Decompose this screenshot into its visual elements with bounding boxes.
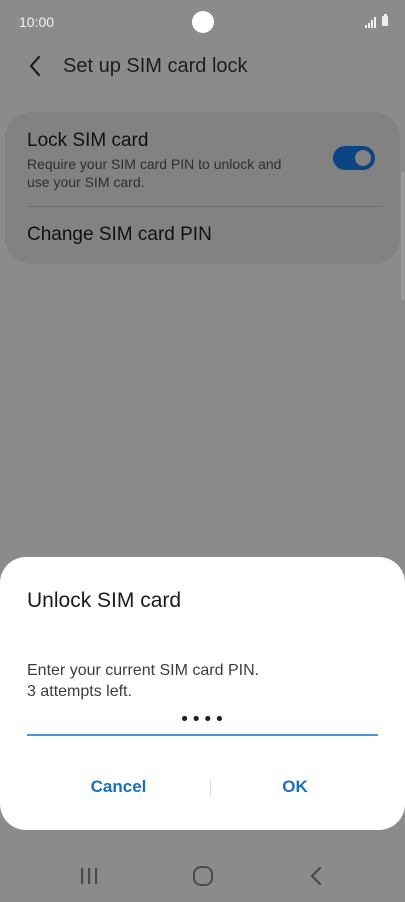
- app-header: Set up SIM card lock: [0, 44, 405, 92]
- cancel-button[interactable]: Cancel: [40, 770, 197, 804]
- button-divider: [210, 779, 211, 797]
- home-icon[interactable]: [188, 862, 218, 890]
- change-sim-pin-label: Change SIM card PIN: [27, 224, 212, 245]
- recent-apps-icon[interactable]: [74, 862, 104, 890]
- status-icons: [358, 14, 388, 29]
- toggle-knob: [353, 148, 373, 168]
- status-bar: 10:00: [0, 0, 405, 44]
- lock-sim-card-title: Lock SIM card: [27, 130, 149, 151]
- signal-icon: [365, 17, 376, 28]
- lock-sim-card-row[interactable]: Lock SIM card Require your SIM card PIN …: [5, 112, 400, 204]
- lock-sim-card-description: Require your SIM card PIN to unlock and …: [27, 156, 282, 190]
- ok-button[interactable]: OK: [214, 770, 376, 804]
- navigation-bar: [0, 850, 405, 902]
- battery-icon: [382, 14, 388, 26]
- scrollbar[interactable]: [401, 172, 405, 300]
- unlock-sim-dialog: Unlock SIM card Enter your current SIM c…: [0, 557, 405, 830]
- change-sim-pin-row[interactable]: Change SIM card PIN: [5, 208, 400, 264]
- attempts-left-text: 3 attempts left.: [27, 683, 132, 700]
- divider: [27, 206, 382, 207]
- lock-sim-card-toggle[interactable]: [333, 146, 375, 170]
- nav-back-icon[interactable]: [302, 862, 332, 890]
- dialog-title: Unlock SIM card: [27, 589, 182, 612]
- front-camera-cutout: [192, 11, 214, 33]
- settings-card: Lock SIM card Require your SIM card PIN …: [5, 112, 400, 264]
- pin-input[interactable]: [27, 704, 378, 736]
- status-time: 10:00: [19, 14, 55, 30]
- back-arrow-icon[interactable]: [24, 54, 48, 78]
- page-title: Set up SIM card lock: [63, 55, 248, 77]
- dialog-message-line1: Enter your current SIM card PIN.: [27, 662, 260, 679]
- dialog-message: Enter your current SIM card PIN. 3 attem…: [27, 660, 377, 702]
